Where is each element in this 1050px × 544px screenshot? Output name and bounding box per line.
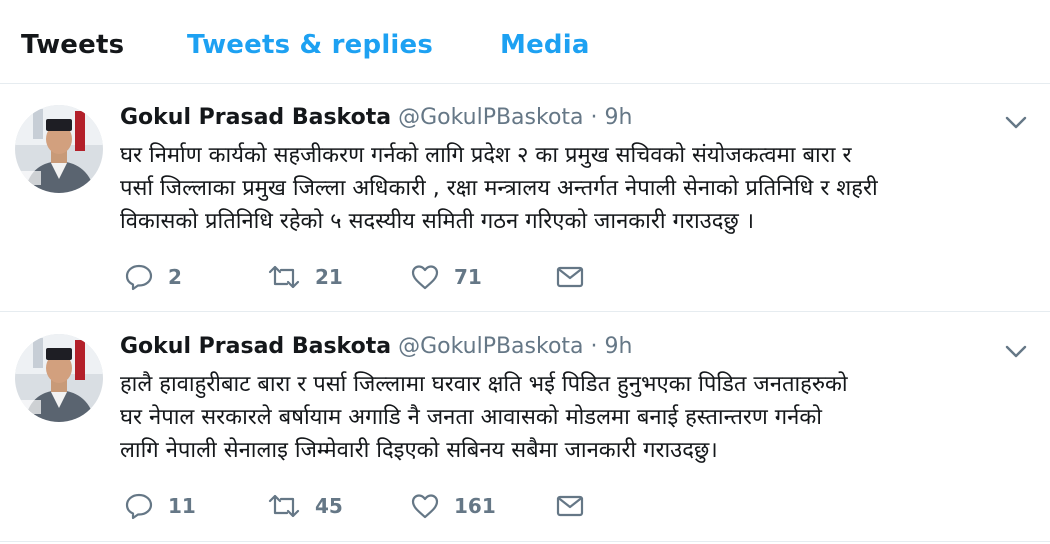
retweet-icon [267,262,301,292]
separator-dot: · [590,105,598,130]
tweet-text-line: घर निर्माण कार्यको सहजीकरण गर्नको लागि प… [120,143,852,168]
reply-button[interactable]: 2 [124,260,182,294]
username[interactable]: @GokulPBaskota [398,334,583,359]
caret-down-icon[interactable] [1003,112,1029,132]
tweet-text-line: विकासको प्रतिनिधि रहेको ५ सदस्यीय समिती … [120,209,755,234]
reply-icon [124,262,154,292]
retweet-button[interactable]: 21 [267,260,343,294]
tweet-text-line: लागि नेपाली सेनालाइ जिम्मेवारी दिइएको सब… [120,438,718,463]
avatar[interactable] [15,334,103,422]
like-button[interactable]: 161 [410,489,496,523]
display-name[interactable]: Gokul Prasad Baskota [120,105,391,130]
tweet-text: घर निर्माण कार्यको सहजीकरण गर्नको लागि प… [120,139,1035,238]
tab-tweets-and-replies[interactable]: Tweets & replies [187,30,433,60]
separator-dot: · [590,334,598,359]
reply-button[interactable]: 11 [124,489,196,523]
like-icon [410,491,440,521]
like-icon [410,262,440,292]
like-button[interactable]: 71 [410,260,482,294]
tab-tweets[interactable]: Tweets [21,30,124,60]
direct-message-icon [555,262,585,292]
retweet-count: 21 [315,265,343,289]
timestamp[interactable]: 9h [605,334,633,359]
tweet-text: हालै हावाहुरीबाट बारा र पर्सा जिल्लामा घ… [120,368,1035,467]
retweet-count: 45 [315,494,343,518]
username[interactable]: @GokulPBaskota [398,105,583,130]
retweet-button[interactable]: 45 [267,489,343,523]
like-count: 161 [454,494,496,518]
display-name[interactable]: Gokul Prasad Baskota [120,334,391,359]
direct-message-icon [555,491,585,521]
like-count: 71 [454,265,482,289]
direct-message-button[interactable] [555,489,585,523]
tweet-text-line: हालै हावाहुरीबाट बारा र पर्सा जिल्लामा घ… [120,372,848,397]
direct-message-button[interactable] [555,260,585,294]
avatar[interactable] [15,105,103,193]
reply-icon [124,491,154,521]
tab-media[interactable]: Media [500,30,590,60]
tweet[interactable]: Gokul Prasad Baskota @GokulPBaskota · 9h… [0,84,1050,312]
caret-down-icon[interactable] [1003,341,1029,361]
tweet-text-line: घर नेपाल सरकारले बर्षायाम अगाडि नै जनता … [120,405,822,430]
timestamp[interactable]: 9h [605,105,633,130]
retweet-icon [267,491,301,521]
tweet-header: Gokul Prasad Baskota @GokulPBaskota · 9h [120,105,632,130]
reply-count: 11 [168,494,196,518]
tweet-text-line: पर्सा जिल्लाका प्रमुख जिल्ला अधिकारी , र… [120,176,878,201]
profile-tabs: Tweets Tweets & replies Media [0,0,1050,84]
tweet-header: Gokul Prasad Baskota @GokulPBaskota · 9h [120,334,632,359]
tweet[interactable]: Gokul Prasad Baskota @GokulPBaskota · 9h… [0,313,1050,542]
reply-count: 2 [168,265,182,289]
